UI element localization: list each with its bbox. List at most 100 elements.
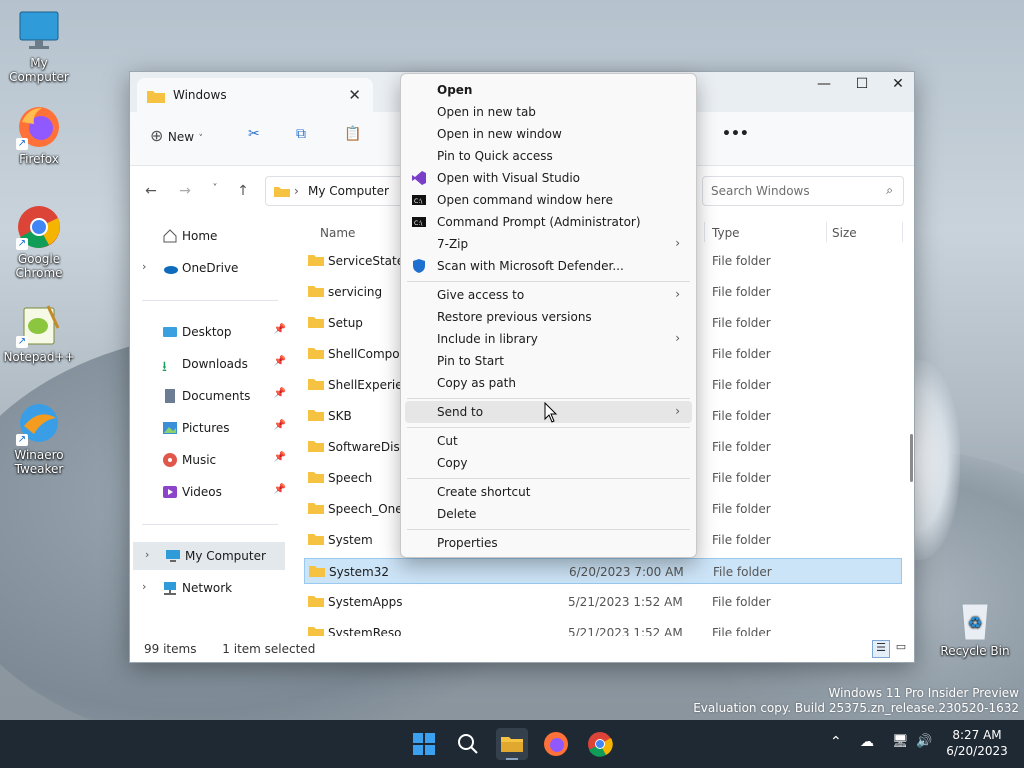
clock[interactable]: 8:27 AM 6/20/2023	[946, 728, 1008, 758]
desktop-icon-notepadpp[interactable]: ↗ Notepad++	[0, 302, 78, 364]
taskbar: ⌃ ☁ 🖥 🔊 8:27 AM 6/20/2023	[0, 720, 1024, 768]
taskbar-chrome[interactable]	[584, 728, 616, 760]
recent-chevron-icon[interactable]: ˅	[204, 183, 226, 194]
shortcut-arrow-icon: ↗	[16, 238, 28, 250]
desktop-icon-my-computer[interactable]: My Computer	[0, 8, 78, 84]
nav-item-documents[interactable]: Documents 📌	[130, 382, 286, 410]
taskbar-firefox[interactable]	[540, 728, 572, 760]
menu-item-open-new-window[interactable]: Open in new window	[405, 123, 692, 145]
search-input[interactable]: Search Windows ⌕	[702, 176, 904, 206]
maximize-icon[interactable]: ☐	[844, 76, 880, 92]
breadcrumb-my-computer[interactable]: My Computer	[308, 184, 389, 198]
minimize-icon[interactable]: —	[806, 76, 842, 92]
cut-icon[interactable]: ✂	[248, 126, 260, 152]
menu-label: Open with Visual Studio	[437, 171, 580, 185]
status-bar: 99 items 1 item selected ☰ ▭	[130, 636, 914, 662]
recycle-bin-icon: ♻	[952, 596, 998, 642]
start-button[interactable]	[408, 728, 440, 760]
menu-item-pin-start[interactable]: Pin to Start	[405, 350, 692, 372]
nav-item-downloads[interactable]: ⭳ Downloads 📌	[130, 350, 286, 378]
menu-divider	[407, 281, 690, 282]
tab-windows[interactable]: Windows ✕	[137, 78, 373, 112]
address-bar[interactable]: › My Computer	[265, 176, 405, 206]
table-row[interactable]: System32 6/20/2023 7:00 AM File folder	[304, 558, 902, 584]
folder-icon	[308, 409, 324, 424]
column-header-type[interactable]: Type	[712, 226, 740, 240]
menu-item-7zip[interactable]: 7-Zip ›	[405, 233, 692, 255]
menu-item-delete[interactable]: Delete	[405, 503, 692, 525]
table-row[interactable]: SystemApps 5/21/2023 1:52 AM File folder	[304, 589, 902, 615]
menu-item-create-shortcut[interactable]: Create shortcut	[405, 481, 692, 503]
chevron-right-icon[interactable]: ›	[145, 548, 149, 561]
more-options-button[interactable]: •••	[722, 126, 749, 152]
close-tab-icon[interactable]: ✕	[348, 86, 361, 104]
nav-item-network[interactable]: › Network	[130, 574, 286, 602]
column-header-size[interactable]: Size	[832, 226, 857, 240]
pin-icon: 📌	[273, 388, 286, 399]
chevron-right-icon[interactable]: ›	[142, 580, 146, 593]
menu-item-open-command-window[interactable]: C:\ Open command window here	[405, 189, 692, 211]
visual-studio-icon	[411, 170, 427, 186]
menu-item-pin-quick-access[interactable]: Pin to Quick access	[405, 145, 692, 167]
chevron-right-icon: ›	[675, 404, 680, 418]
menu-item-cut[interactable]: Cut	[405, 430, 692, 452]
network-icon[interactable]: 🖥	[892, 734, 909, 749]
nav-item-my-computer[interactable]: › My Computer	[133, 542, 285, 570]
volume-icon[interactable]: 🔊	[916, 734, 932, 749]
forward-arrow-icon[interactable]: →	[174, 183, 196, 199]
chevron-right-icon: ›	[675, 236, 680, 250]
up-arrow-icon[interactable]: ↑	[232, 183, 254, 199]
menu-label: Open in new window	[437, 127, 562, 141]
menu-item-scan-defender[interactable]: Scan with Microsoft Defender...	[405, 255, 692, 277]
nav-item-videos[interactable]: Videos 📌	[130, 478, 286, 506]
menu-item-properties[interactable]: Properties	[405, 532, 692, 554]
chevron-right-icon[interactable]: ›	[142, 260, 146, 273]
nav-item-onedrive[interactable]: › OneDrive	[130, 254, 286, 282]
menu-item-open-visual-studio[interactable]: Open with Visual Studio	[405, 167, 692, 189]
desktop-icon-winaero[interactable]: ↗ Winaero Tweaker	[0, 400, 78, 476]
desktop-icon-recycle-bin[interactable]: ♻ Recycle Bin	[936, 596, 1014, 658]
file-type: File folder	[712, 440, 771, 454]
folder-icon	[308, 533, 324, 548]
column-header-name[interactable]: Name	[320, 226, 355, 240]
tiles-view-icon[interactable]: ▭	[892, 640, 910, 658]
svg-text:♻: ♻	[968, 613, 982, 632]
copy-icon[interactable]: ⧉	[296, 126, 306, 152]
cloud-icon[interactable]: ☁	[860, 734, 874, 750]
menu-label: Copy as path	[437, 376, 516, 390]
paste-icon[interactable]: 📋	[344, 126, 361, 152]
menu-item-open-new-tab[interactable]: Open in new tab	[405, 101, 692, 123]
tray-overflow-icon[interactable]: ⌃	[830, 734, 842, 750]
back-arrow-icon[interactable]: ←	[140, 183, 162, 199]
details-view-icon[interactable]: ☰	[872, 640, 890, 658]
column-divider	[704, 222, 705, 242]
desktop-icon-label: Winaero Tweaker	[14, 448, 64, 476]
desktop-icon-firefox[interactable]: ↗ Firefox	[0, 104, 78, 166]
menu-label: Create shortcut	[437, 485, 531, 499]
close-window-icon[interactable]: ✕	[880, 76, 914, 92]
search-button[interactable]	[452, 728, 484, 760]
menu-item-open[interactable]: Open	[405, 79, 692, 101]
menu-item-include-library[interactable]: Include in library ›	[405, 328, 692, 350]
menu-label: Pin to Quick access	[437, 149, 553, 163]
menu-item-cmd-admin[interactable]: C:\ Command Prompt (Administrator)	[405, 211, 692, 233]
pin-icon: 📌	[273, 420, 286, 431]
desktop-icon-chrome[interactable]: ↗ Google Chrome	[0, 204, 78, 280]
file-name: System	[328, 533, 373, 547]
folder-icon	[147, 89, 165, 106]
menu-label: Pin to Start	[437, 354, 504, 368]
nav-item-desktop[interactable]: Desktop 📌	[130, 318, 286, 346]
new-button[interactable]: ⊕ New ˅	[150, 126, 203, 152]
nav-item-music[interactable]: Music 📌	[130, 446, 286, 474]
menu-item-copy[interactable]: Copy	[405, 452, 692, 474]
desktop-icon	[162, 324, 178, 340]
menu-item-copy-path[interactable]: Copy as path	[405, 372, 692, 394]
nav-item-pictures[interactable]: Pictures 📌	[130, 414, 286, 442]
nav-item-home[interactable]: Home	[130, 222, 286, 250]
menu-item-give-access[interactable]: Give access to ›	[405, 284, 692, 306]
menu-item-restore-versions[interactable]: Restore previous versions	[405, 306, 692, 328]
menu-label: Delete	[437, 507, 477, 521]
taskbar-file-explorer[interactable]	[496, 728, 528, 760]
item-count: 99 items	[144, 642, 197, 656]
scrollbar-thumb[interactable]	[910, 434, 913, 482]
